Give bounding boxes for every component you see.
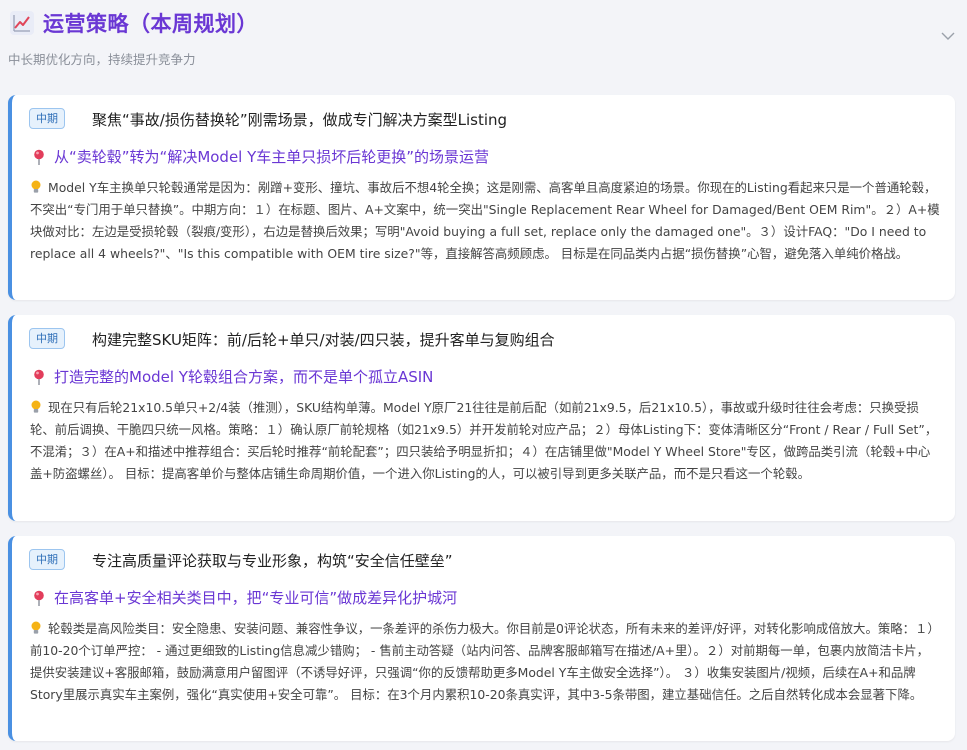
goal-text: 打造完整的Model Y轮毂组合方案，而不是单个孤立ASIN bbox=[54, 368, 434, 386]
panel-header: 运营策略（本周规划） 中长期优化方向，持续提升竞争力 bbox=[0, 0, 967, 76]
lightbulb-icon bbox=[31, 621, 41, 634]
chevron-down-icon bbox=[941, 32, 955, 40]
strategy-card: 中期 构建完整SKU矩阵：前/后轮+单只/对装/四只装，提升客单与复购组合 打造… bbox=[8, 315, 955, 521]
strategy-panel: 运营策略（本周规划） 中长期优化方向，持续提升竞争力 中期 聚焦“事故/损伤替换… bbox=[0, 0, 967, 750]
chart-increasing-icon bbox=[10, 11, 34, 35]
lightbulb-icon bbox=[31, 400, 41, 413]
lightbulb-icon bbox=[31, 180, 41, 193]
detail-text: 轮毂类是高风险类目：安全隐患、安装问题、兼容性争议，一条差评的杀伤力极大。你目前… bbox=[30, 621, 940, 702]
title-row: 运营策略（本周规划） bbox=[10, 8, 258, 38]
page-title: 运营策略（本周规划） bbox=[43, 12, 258, 36]
card-title: 聚焦“事故/损伤替换轮”刚需场景，做成专门解决方案型Listing bbox=[92, 111, 508, 129]
collapse-button[interactable] bbox=[937, 25, 959, 47]
detail-block: Model Y车主换单只轮毂通常是因为：剐蹭+变形、撞坑、事故后不想4轮全换；这… bbox=[30, 177, 940, 265]
detail-block: 现在只有后轮21x10.5单只+2/4装（推测），SKU结构单薄。Model Y… bbox=[30, 397, 940, 485]
strategy-card: 中期 专注高质量评论获取与专业形象，构筑“安全信任壁垒” 在高客单+安全相关类目… bbox=[8, 536, 955, 741]
pushpin-icon bbox=[34, 590, 44, 606]
detail-text: Model Y车主换单只轮毂通常是因为：剐蹭+变形、撞坑、事故后不想4轮全换；这… bbox=[30, 180, 940, 261]
pushpin-icon bbox=[34, 149, 44, 165]
term-badge: 中期 bbox=[29, 328, 65, 349]
detail-text: 现在只有后轮21x10.5单只+2/4装（推测），SKU结构单薄。Model Y… bbox=[30, 400, 938, 481]
goal-text: 从“卖轮毂”转为“解决Model Y车主单只损坏后轮更换”的场景运营 bbox=[54, 148, 490, 166]
page-subtitle: 中长期优化方向，持续提升竞争力 bbox=[8, 52, 196, 67]
term-badge: 中期 bbox=[29, 108, 65, 129]
goal-row: 打造完整的Model Y轮毂组合方案，而不是单个孤立ASIN bbox=[32, 366, 433, 387]
goal-text: 在高客单+安全相关类目中，把“专业可信”做成差异化护城河 bbox=[54, 589, 458, 607]
card-title: 专注高质量评论获取与专业形象，构筑“安全信任壁垒” bbox=[92, 552, 453, 570]
term-badge: 中期 bbox=[29, 549, 65, 570]
strategy-card: 中期 聚焦“事故/损伤替换轮”刚需场景，做成专门解决方案型Listing 从“卖… bbox=[8, 95, 955, 300]
card-title: 构建完整SKU矩阵：前/后轮+单只/对装/四只装，提升客单与复购组合 bbox=[92, 331, 555, 349]
goal-row: 在高客单+安全相关类目中，把“专业可信”做成差异化护城河 bbox=[32, 587, 457, 608]
goal-row: 从“卖轮毂”转为“解决Model Y车主单只损坏后轮更换”的场景运营 bbox=[32, 146, 489, 167]
pushpin-icon bbox=[34, 369, 44, 385]
detail-block: 轮毂类是高风险类目：安全隐患、安装问题、兼容性争议，一条差评的杀伤力极大。你目前… bbox=[30, 618, 940, 706]
